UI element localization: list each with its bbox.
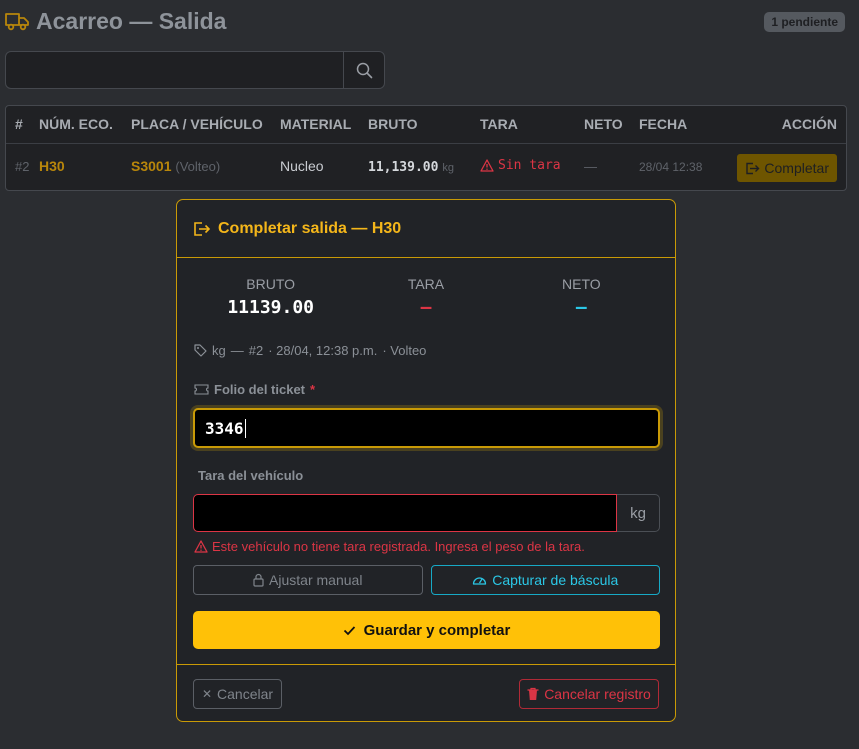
row-tara-status: Sin tara [498, 157, 561, 173]
required-mark: * [310, 382, 316, 397]
row-eco: H30 [39, 158, 65, 175]
tara-label-text: Tara del vehículo [198, 468, 304, 483]
manual-adjust-label: Ajustar manual [269, 572, 363, 588]
meta-num: #2 [248, 343, 264, 358]
exit-icon [194, 221, 211, 236]
ticket-meta: kg — #2 · 28/04, 12:38 p.m. · Volteo [194, 343, 426, 358]
row-num: #2 [15, 159, 30, 175]
search-input[interactable] [6, 52, 343, 88]
manual-adjust-button[interactable]: Ajustar manual [193, 565, 423, 595]
delete-record-button[interactable]: Cancelar registro [519, 679, 659, 709]
tara-error-text: Este vehículo no tiene tara registrada. … [212, 539, 585, 554]
meta-unit: kg [212, 343, 226, 358]
stat-tara: TARA — [348, 276, 503, 318]
table-row: #2 H30 S3001 (Volteo) Nucleo 11,139.00 k… [6, 143, 846, 189]
salidas-table: # NÚM. ECO. PLACA / VEHÍCULO MATERIAL BR… [5, 105, 847, 191]
tara-label: Tara del vehículo [198, 468, 303, 483]
row-bruto-unit: kg [442, 161, 454, 174]
tag-icon [194, 344, 207, 357]
ticket-input[interactable]: 3346 [193, 408, 660, 448]
delete-record-label: Cancelar registro [544, 686, 651, 702]
capture-scale-button[interactable]: Capturar de báscula [430, 565, 660, 595]
col-tara: TARA [480, 106, 584, 144]
trash-icon [527, 687, 539, 700]
lock-icon [253, 573, 264, 587]
col-placa: PLACA / VEHÍCULO [131, 106, 280, 144]
search-icon [356, 62, 372, 78]
truck-icon [5, 13, 29, 31]
save-complete-button[interactable]: Guardar y completar [193, 611, 660, 649]
save-complete-label: Guardar y completar [363, 621, 511, 639]
warning-icon [194, 540, 208, 553]
exit-icon [746, 162, 760, 174]
col-fecha: FECHA [639, 106, 722, 144]
capture-scale-label: Capturar de báscula [492, 572, 619, 588]
modal-title: Completar salida — H30 [218, 219, 402, 237]
modal-footer: ✕ Cancelar Cancelar registro [177, 664, 675, 721]
complete-button-label: Completar [764, 160, 829, 177]
stat-bruto-label: BRUTO [246, 276, 296, 292]
complete-button[interactable]: Completar [737, 154, 837, 183]
col-bruto: BRUTO [368, 106, 480, 144]
complete-exit-modal: Completar salida — H30 BRUTO 11139.00 TA… [176, 199, 676, 722]
row-neto: — [584, 159, 597, 175]
modal-header: Completar salida — H30 [177, 200, 675, 258]
search-button[interactable] [343, 52, 384, 88]
col-eco: NÚM. ECO. [39, 106, 131, 144]
stat-bruto-value: 11139.00 [227, 297, 315, 318]
gauge-icon [473, 577, 487, 585]
tara-error: Este vehículo no tiene tara registrada. … [194, 539, 585, 554]
ticket-label-text: Folio del ticket [214, 382, 306, 397]
col-num: # [6, 106, 39, 144]
tara-input-group: kg [193, 494, 660, 532]
col-accion: ACCIÓN [722, 106, 846, 144]
stat-neto: NETO — [504, 276, 659, 318]
cancel-label: Cancelar [217, 686, 274, 702]
stat-tara-value: — [420, 297, 432, 318]
weight-stats: BRUTO 11139.00 TARA — NETO — [193, 276, 659, 318]
row-fecha: 28/04 12:38 [639, 160, 703, 175]
stat-neto-label: NETO [562, 276, 601, 292]
ticket-value: 3346 [205, 418, 244, 438]
stat-neto-value: — [575, 297, 587, 318]
cancel-button[interactable]: ✕ Cancelar [193, 679, 282, 709]
check-icon [343, 625, 355, 635]
tara-actions: Ajustar manual Capturar de báscula [193, 565, 660, 595]
stat-bruto: BRUTO 11139.00 [193, 276, 348, 318]
text-cursor [244, 418, 246, 438]
tara-input[interactable] [193, 494, 617, 532]
close-icon: ✕ [201, 687, 213, 701]
stat-tara-label: TARA [407, 276, 445, 292]
pending-badge: 1 pendiente [764, 12, 845, 32]
col-neto: NETO [584, 106, 639, 144]
search-bar [5, 51, 385, 89]
ticket-icon [194, 384, 209, 395]
row-bruto: 11,139.00 [368, 159, 439, 175]
meta-date: · 28/04, 12:38 p.m. [268, 343, 378, 358]
table-header-row: # NÚM. ECO. PLACA / VEHÍCULO MATERIAL BR… [6, 106, 846, 144]
meta-sep: — [230, 343, 244, 358]
row-placa: S3001 [131, 158, 172, 175]
tara-unit: kg [617, 494, 660, 532]
col-material: MATERIAL [280, 106, 368, 144]
row-material: Nucleo [280, 158, 324, 175]
page-header: Acarreo — Salida 1 pendiente [0, 0, 859, 44]
warning-icon [480, 159, 494, 172]
page-title: Acarreo — Salida [36, 8, 227, 34]
row-vehiculo: (Volteo) [175, 159, 221, 175]
meta-type: · Volteo [382, 343, 427, 358]
ticket-label: Folio del ticket * [194, 382, 315, 397]
